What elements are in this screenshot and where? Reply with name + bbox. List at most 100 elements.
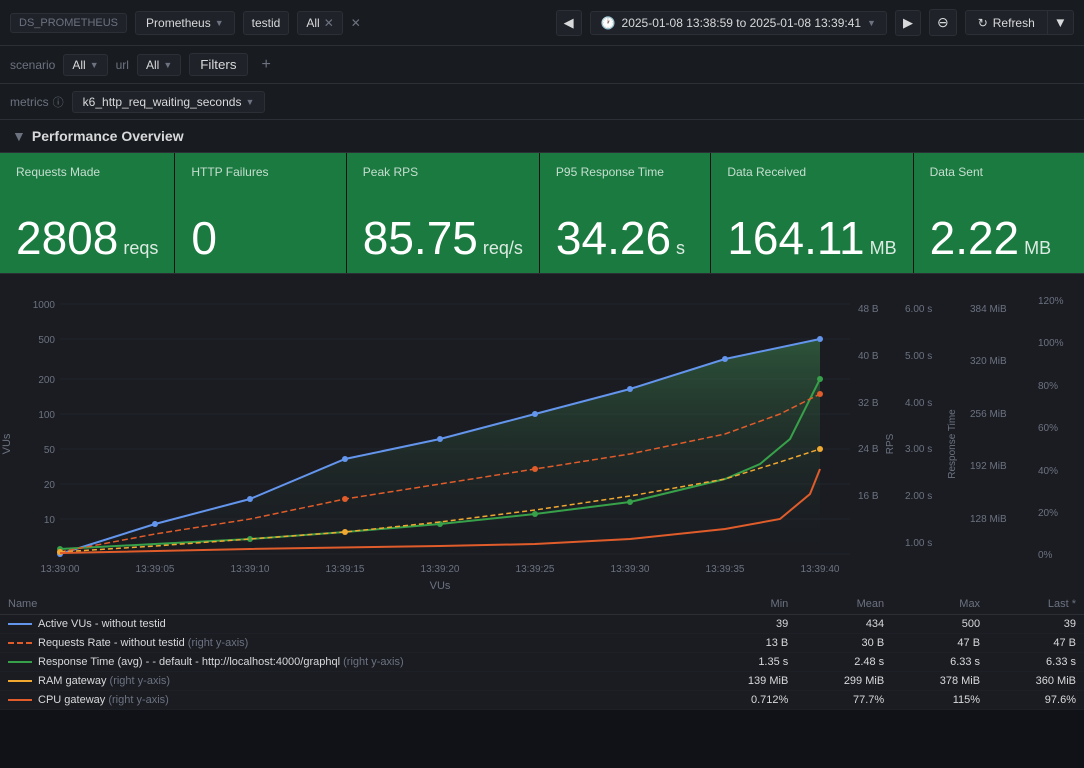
all-tag: All ✕ (297, 11, 342, 35)
series-line-icon (8, 680, 32, 682)
series-min: 1.35 s (700, 653, 796, 672)
zoom-out-button[interactable]: ⊖ (929, 9, 957, 36)
series-min: 39 (700, 615, 796, 634)
svg-text:13:39:05: 13:39:05 (136, 564, 175, 575)
refresh-button[interactable]: ↻ Refresh (965, 10, 1048, 35)
stat-number: 2.22 (930, 215, 1020, 261)
stat-card-http-failures: HTTP Failures 0 (175, 153, 346, 273)
series-mean: 77.7% (796, 691, 892, 710)
stat-number: 2808 (16, 215, 118, 261)
series-last: 360 MiB (988, 672, 1084, 691)
col-max: Max (892, 594, 988, 615)
svg-text:2.00 s: 2.00 s (905, 491, 932, 502)
svg-text:VUs: VUs (1, 433, 13, 454)
series-name-cell: CPU gateway (right y-axis) (0, 691, 700, 710)
time-next-button[interactable]: ▶ (895, 10, 921, 36)
svg-text:1.00 s: 1.00 s (905, 538, 932, 549)
svg-text:0%: 0% (1038, 550, 1053, 561)
stat-cards: Requests Made 2808 reqs HTTP Failures 0 … (0, 153, 1084, 274)
series-last: 6.33 s (988, 653, 1084, 672)
stat-card-title: Requests Made (16, 165, 158, 179)
stat-card-value: 0 (191, 215, 329, 261)
datasource-dropdown[interactable]: Prometheus ▼ (135, 11, 235, 35)
ds-label: DS_PROMETHEUS (10, 13, 127, 33)
scenario-select[interactable]: All ▼ (63, 54, 107, 76)
svg-text:200: 200 (38, 375, 55, 386)
legend-row[interactable]: Active VUs - without testid 39 434 500 3… (0, 615, 1084, 634)
svg-text:13:39:10: 13:39:10 (231, 564, 270, 575)
time-prev-button[interactable]: ◀ (556, 10, 582, 36)
col-min: Min (700, 594, 796, 615)
metrics-bar: metrics ⓘ k6_http_req_waiting_seconds ▼ (0, 84, 1084, 120)
series-max: 500 (892, 615, 988, 634)
stat-card-value: 34.26 s (556, 215, 694, 261)
svg-text:80%: 80% (1038, 381, 1058, 392)
filters-button[interactable]: Filters (189, 53, 247, 76)
metrics-dropdown[interactable]: k6_http_req_waiting_seconds ▼ (72, 91, 266, 113)
chart-container: 1000 500 200 100 50 20 10 VUs (0, 274, 1084, 710)
clock-icon: 🕐 (601, 16, 616, 30)
svg-text:100: 100 (38, 410, 55, 421)
metrics-info-icon: ⓘ (53, 94, 64, 110)
tag-close-icon[interactable]: ✕ (324, 16, 334, 30)
stat-card-requests-made: Requests Made 2808 reqs (0, 153, 175, 273)
svg-text:32 B: 32 B (858, 398, 879, 409)
tag-dismiss-icon[interactable]: ✕ (351, 16, 361, 30)
stat-number: 34.26 (556, 215, 671, 261)
svg-text:320 MiB: 320 MiB (970, 356, 1007, 367)
col-mean: Mean (796, 594, 892, 615)
section-header[interactable]: ▼ Performance Overview (0, 120, 1084, 153)
series-min: 0.712% (700, 691, 796, 710)
svg-text:13:39:40: 13:39:40 (801, 564, 840, 575)
svg-text:100%: 100% (1038, 338, 1064, 349)
series-min: 13 B (700, 634, 796, 653)
legend-row[interactable]: CPU gateway (right y-axis) 0.712% 77.7% … (0, 691, 1084, 710)
svg-text:13:39:30: 13:39:30 (611, 564, 650, 575)
svg-text:60%: 60% (1038, 423, 1058, 434)
series-mean: 2.48 s (796, 653, 892, 672)
stat-card-title: HTTP Failures (191, 165, 329, 179)
svg-text:120%: 120% (1038, 296, 1064, 307)
stat-card-peak-rps: Peak RPS 85.75 req/s (347, 153, 540, 273)
svg-text:40 B: 40 B (858, 351, 879, 362)
testid-tag: testid (243, 11, 290, 35)
svg-text:13:39:25: 13:39:25 (516, 564, 555, 575)
chevron-down-icon: ▼ (163, 60, 172, 70)
svg-text:10: 10 (44, 515, 56, 526)
url-select[interactable]: All ▼ (137, 54, 181, 76)
col-name: Name (0, 594, 700, 615)
svg-text:50: 50 (44, 445, 56, 456)
legend-row[interactable]: RAM gateway (right y-axis) 139 MiB 299 M… (0, 672, 1084, 691)
add-filter-button[interactable]: + (256, 54, 277, 76)
col-last: Last * (988, 594, 1084, 615)
stat-card-value: 2.22 MB (930, 215, 1068, 261)
stat-unit: req/s (483, 239, 523, 257)
svg-text:VUs: VUs (430, 580, 451, 592)
series-max: 115% (892, 691, 988, 710)
chevron-down-icon: ▼ (245, 97, 254, 107)
series-min: 139 MiB (700, 672, 796, 691)
main-chart: 1000 500 200 100 50 20 10 VUs (0, 284, 1084, 594)
scenario-label: scenario (10, 58, 55, 72)
series-mean: 299 MiB (796, 672, 892, 691)
stat-card-p95-response-time: P95 Response Time 34.26 s (540, 153, 711, 273)
refresh-group: ↻ Refresh ▼ (965, 10, 1074, 35)
time-range: 🕐 2025-01-08 13:38:59 to 2025-01-08 13:3… (590, 11, 887, 35)
svg-text:4.00 s: 4.00 s (905, 398, 932, 409)
stat-card-title: Data Sent (930, 165, 1068, 179)
collapse-icon: ▼ (12, 128, 26, 144)
svg-text:13:39:35: 13:39:35 (706, 564, 745, 575)
section-title: Performance Overview (32, 128, 184, 144)
refresh-dropdown-button[interactable]: ▼ (1048, 10, 1074, 35)
legend-row[interactable]: Requests Rate - without testid (right y-… (0, 634, 1084, 653)
series-name-cell: Requests Rate - without testid (right y-… (0, 634, 700, 653)
url-label: url (116, 58, 129, 72)
chevron-down-icon: ▼ (215, 18, 224, 28)
stat-unit: MB (1024, 239, 1051, 257)
stat-number: 0 (191, 215, 217, 261)
series-axis-label: (right y-axis) (106, 675, 170, 687)
legend-row[interactable]: Response Time (avg) - - default - http:/… (0, 653, 1084, 672)
stat-unit: reqs (123, 239, 158, 257)
svg-text:384 MiB: 384 MiB (970, 304, 1007, 315)
series-axis-label: (right y-axis) (185, 637, 249, 649)
